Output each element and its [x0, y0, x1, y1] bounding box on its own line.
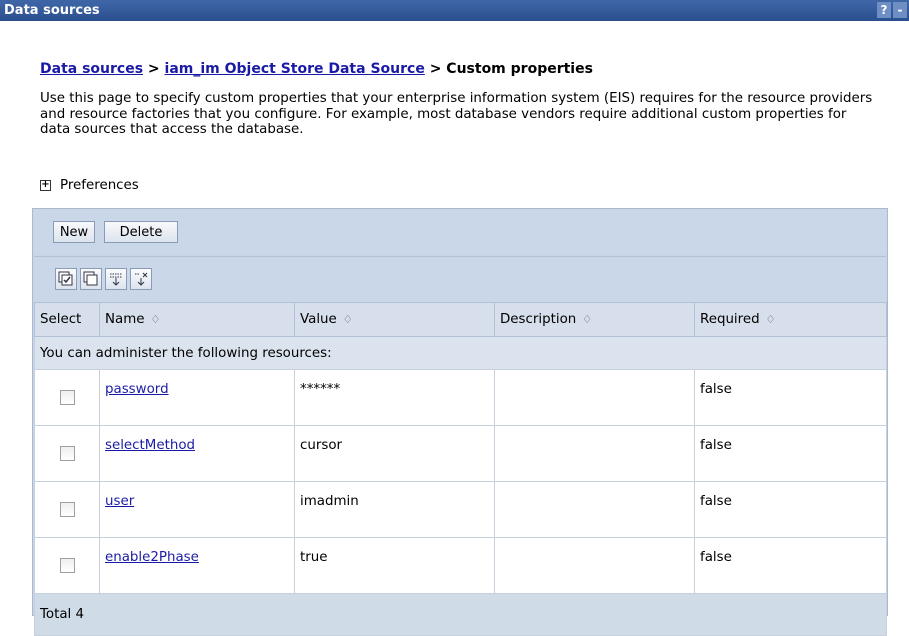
info-text: You can administer the following resourc…: [34, 336, 887, 370]
table-header-row: Select Name ♢ Value ♢ Description ♢ Require…: [34, 302, 887, 337]
name-column-header[interactable]: Name ♢: [99, 302, 295, 337]
content-area: Data sources > iam_im Object Store Data …: [0, 21, 909, 636]
properties-panel: New Delete Select Name ♢ Value ♢ Descrip…: [32, 208, 888, 636]
sort-icon[interactable]: ♢: [343, 313, 353, 326]
table-row: user imadmin false: [34, 481, 887, 538]
property-value: true: [294, 537, 495, 594]
property-value: cursor: [294, 425, 495, 482]
property-description: [494, 537, 695, 594]
property-name-link[interactable]: user: [105, 494, 134, 509]
row-checkbox[interactable]: [59, 390, 75, 405]
minimize-button[interactable]: -: [893, 2, 907, 18]
row-checkbox[interactable]: [59, 502, 75, 517]
custom-properties-table: Select Name ♢ Value ♢ Description ♢ Require…: [34, 302, 887, 636]
value-column-header[interactable]: Value ♢: [294, 302, 495, 337]
select-column-header: Select: [34, 302, 100, 337]
total-row: Total 4: [34, 593, 887, 636]
property-required: false: [694, 481, 887, 538]
preferences-label: Preferences: [60, 178, 139, 193]
property-description: [494, 369, 695, 426]
description-column-header[interactable]: Description ♢: [494, 302, 695, 337]
breadcrumb-current: Custom properties: [446, 61, 593, 77]
property-description: [494, 425, 695, 482]
sort-icon[interactable]: ♢: [582, 313, 592, 326]
icon-toolbar: [34, 256, 886, 302]
info-row: You can administer the following resourc…: [34, 336, 887, 370]
breadcrumb: Data sources > iam_im Object Store Data …: [40, 61, 593, 77]
property-required: false: [694, 425, 887, 482]
table-row: password ****** false: [34, 369, 887, 426]
breadcrumb-separator: >: [429, 61, 442, 77]
new-button[interactable]: New: [53, 221, 95, 243]
property-description: [494, 481, 695, 538]
breadcrumb-datasource-link[interactable]: iam_im Object Store Data Source: [165, 61, 425, 77]
window-title: Data sources: [4, 3, 100, 18]
total-count: Total 4: [34, 593, 887, 636]
clear-filter-icon[interactable]: [130, 268, 152, 290]
row-checkbox[interactable]: [59, 558, 75, 573]
property-required: false: [694, 537, 887, 594]
select-all-icon[interactable]: [55, 268, 77, 290]
property-value: ******: [294, 369, 495, 426]
property-required: false: [694, 369, 887, 426]
preferences-toggle[interactable]: + Preferences: [40, 178, 139, 193]
expand-icon: +: [40, 179, 51, 191]
page-description: Use this page to specify custom properti…: [40, 91, 873, 137]
property-value: imadmin: [294, 481, 495, 538]
deselect-all-icon[interactable]: [80, 268, 102, 290]
property-name-link[interactable]: selectMethod: [105, 438, 195, 453]
title-bar: Data sources ? -: [0, 0, 909, 21]
table-row: enable2Phase true false: [34, 537, 887, 594]
breadcrumb-data-sources-link[interactable]: Data sources: [40, 61, 143, 77]
property-name-link[interactable]: password: [105, 382, 169, 397]
sort-icon[interactable]: ♢: [766, 313, 776, 326]
breadcrumb-separator: >: [147, 61, 160, 77]
required-column-header[interactable]: Required ♢: [694, 302, 887, 337]
sort-icon[interactable]: ♢: [151, 313, 161, 326]
show-filter-icon[interactable]: [105, 268, 127, 290]
delete-button[interactable]: Delete: [104, 221, 178, 243]
property-name-link[interactable]: enable2Phase: [105, 550, 199, 565]
help-button[interactable]: ?: [877, 2, 891, 18]
button-bar: New Delete: [34, 210, 886, 254]
table-row: selectMethod cursor false: [34, 425, 887, 482]
row-checkbox[interactable]: [59, 446, 75, 461]
